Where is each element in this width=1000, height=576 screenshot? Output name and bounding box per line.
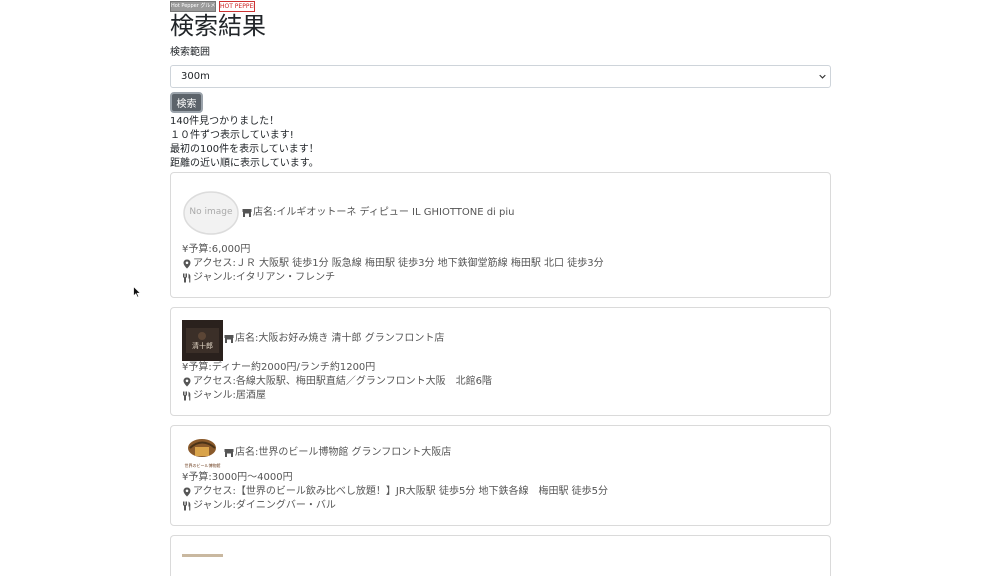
shop-access: アクセス:各線大阪駅、梅田駅直結／グランフロント大阪 北館6階: [182, 376, 492, 388]
shop-thumbnail[interactable]: 世界のビール博物館: [182, 435, 223, 472]
shop-access-text: アクセス:【世界のビール飲み比べし放題！】JR大阪駅 徒歩5分 地下鉄各線 梅田…: [193, 486, 609, 497]
map-marker-icon: [183, 487, 191, 497]
chevron-down-icon: [819, 74, 826, 79]
shop-access: アクセス:ＪＲ 大阪駅 徒歩1分 阪急線 梅田駅 徒歩3分 地下鉄御堂筋線 梅田…: [182, 258, 604, 270]
store-icon: [224, 449, 234, 457]
utensils-icon: [183, 273, 191, 283]
range-select-value: 300m: [181, 71, 210, 82]
shop-access-text: アクセス:各線大阪駅、梅田駅直結／グランフロント大阪 北館6階: [193, 376, 492, 387]
search-button[interactable]: 検索: [170, 92, 203, 113]
shop-name-text: 店名:大阪お好み焼き 清十郎 グランフロント店: [235, 333, 445, 344]
store-icon: [224, 335, 234, 343]
shop-budget: ¥予算:ディナー約2000円/ランチ約1200円: [182, 362, 376, 373]
shop-budget: ¥予算:6,000円: [182, 244, 251, 255]
range-label: 検索範囲: [170, 47, 210, 58]
no-image-text: No image: [189, 207, 233, 217]
first-100-text: 最初の100件を表示しています！: [170, 144, 319, 155]
shop-card[interactable]: No image 店名:イルギオットーネ ディピュー IL GHIOTTONE …: [170, 172, 831, 298]
shop-access: アクセス:【世界のビール飲み比べし放題！】JR大阪駅 徒歩5分 地下鉄各線 梅田…: [182, 486, 608, 498]
mouse-cursor-icon: [133, 286, 142, 298]
map-marker-icon: [183, 377, 191, 387]
utensils-icon: [183, 391, 191, 401]
shop-name[interactable]: 店名:イルギオットーネ ディピュー IL GHIOTTONE di piu: [242, 207, 514, 219]
shop-photo-text: 清十郎: [192, 342, 213, 350]
shop-genre: ジャンル:イタリアン・フレンチ: [182, 272, 335, 284]
shop-genre: ジャンル:居酒屋: [182, 390, 266, 402]
shop-card[interactable]: 清十郎 店名:大阪お好み焼き 清十郎 グランフロント店 ¥予算:ディナー約200…: [170, 307, 831, 416]
shop-logo-text: 世界のビール博物館: [184, 463, 221, 468]
shop-name[interactable]: 店名:世界のビール博物館 グランフロント大阪店: [224, 447, 451, 459]
range-select[interactable]: 300m: [170, 65, 831, 88]
shop-access-text: アクセス:ＪＲ 大阪駅 徒歩1分 阪急線 梅田駅 徒歩3分 地下鉄御堂筋線 梅田…: [193, 258, 604, 269]
shop-budget: ¥予算:3000円～4000円: [182, 472, 293, 483]
shop-genre: ジャンル:ダイニングバー・バル: [182, 500, 336, 512]
shop-thumbnail[interactable]: 清十郎: [182, 320, 223, 361]
store-icon: [242, 209, 252, 217]
shop-genre-text: ジャンル:ダイニングバー・バル: [193, 500, 336, 511]
per-page-text: １０件ずつ表示しています!: [170, 130, 294, 141]
shop-thumbnail[interactable]: No image: [182, 190, 240, 238]
map-marker-icon: [183, 259, 191, 269]
page-title: 検索結果: [170, 12, 266, 40]
shop-genre-text: ジャンル:居酒屋: [193, 390, 266, 401]
result-count-text: 140件見つかりました！: [170, 116, 280, 127]
shop-name-text: 店名:世界のビール博物館 グランフロント大阪店: [235, 447, 452, 458]
shop-card[interactable]: 世界のビール博物館 店名:世界のビール博物館 グランフロント大阪店 ¥予算:30…: [170, 425, 831, 526]
shop-name-text: 店名:イルギオットーネ ディピュー IL GHIOTTONE di piu: [253, 207, 515, 218]
shop-genre-text: ジャンル:イタリアン・フレンチ: [193, 272, 336, 283]
sort-order-text: 距離の近い順に表示しています。: [170, 158, 319, 169]
utensils-icon: [183, 501, 191, 511]
shop-name[interactable]: 店名:大阪お好み焼き 清十郎 グランフロント店: [224, 333, 444, 345]
